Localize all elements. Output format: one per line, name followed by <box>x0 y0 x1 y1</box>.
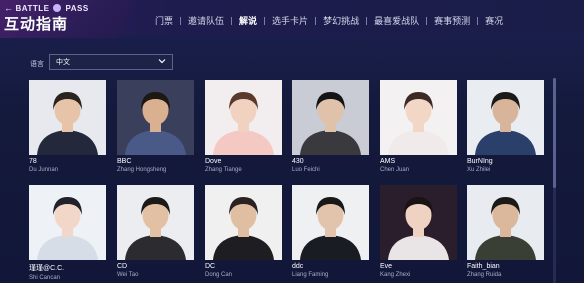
caster-real-name: Liang Faming <box>292 272 329 278</box>
tab-match-status[interactable]: 赛况 <box>478 14 510 27</box>
caster-handle: Dove <box>205 158 222 165</box>
caster-handle: 瑾瑾@C.C. <box>29 265 65 272</box>
caster-photo <box>205 80 282 155</box>
tab-predictions[interactable]: 赛事预测 <box>427 14 477 27</box>
pass-badge-icon <box>53 4 62 12</box>
caster-handle: BBC <box>117 158 132 165</box>
caster-card[interactable]: 430 Luo Feichi <box>292 80 369 173</box>
caster-real-name: Zhang Ruida <box>467 272 502 278</box>
caster-photo <box>467 185 544 260</box>
caster-real-name: Du Junnan <box>29 167 59 173</box>
caster-card[interactable]: 78 Du Junnan <box>29 80 106 173</box>
caster-real-name: Zhang Hongsheng <box>117 167 167 173</box>
caster-card[interactable]: 瑾瑾@C.C. Shi Cancan <box>29 185 106 281</box>
caster-card[interactable]: Eve Kang Zhexi <box>380 185 457 278</box>
caster-photo <box>292 185 369 260</box>
caster-real-name: Wei Tao <box>117 272 139 278</box>
caster-card[interactable]: CD Wei Tao <box>117 185 194 278</box>
caster-real-name: Kang Zhexi <box>380 272 411 278</box>
caster-real-name: Dong Can <box>205 272 233 278</box>
tab-favorite-team[interactable]: 最喜爱战队 <box>367 14 426 27</box>
top-bar: ← BATTLE PASS 互动指南 门票 邀请队伍 解说 选手卡片 梦幻挑战 … <box>0 0 584 38</box>
caster-real-name: Shi Cancan <box>29 275 61 281</box>
caster-card[interactable]: BBC Zhang Hongsheng <box>117 80 194 173</box>
caster-photo <box>292 80 369 155</box>
caster-real-name: Luo Feichi <box>292 167 320 173</box>
language-select[interactable]: 中文 <box>49 54 173 70</box>
caster-real-name: Zhang Tiange <box>205 167 242 173</box>
chevron-down-icon <box>158 59 166 64</box>
caster-card[interactable]: AMS Chen Juan <box>380 80 457 173</box>
tab-casters[interactable]: 解说 <box>232 14 264 27</box>
caster-real-name: Xu Zhilei <box>467 167 491 173</box>
caster-real-name: Chen Juan <box>380 167 410 173</box>
caster-handle: ddc <box>292 263 304 270</box>
caster-card[interactable]: DC Dong Can <box>205 185 282 278</box>
caster-photo <box>29 185 106 260</box>
caster-card[interactable]: ddc Liang Faming <box>292 185 369 278</box>
caster-photo <box>467 80 544 155</box>
tab-tickets[interactable]: 门票 <box>148 14 180 27</box>
tab-invite-team[interactable]: 邀请队伍 <box>181 14 231 27</box>
caster-handle: AMS <box>380 158 396 165</box>
back-arrow-icon: ← <box>4 3 14 13</box>
caster-photo <box>205 185 282 260</box>
tab-player-cards[interactable]: 选手卡片 <box>265 14 315 27</box>
caster-card[interactable]: Faith_bian Zhang Ruida <box>467 185 544 278</box>
caster-card[interactable]: BurNIng Xu Zhilei <box>467 80 544 173</box>
battle-pass-brand[interactable]: ← BATTLE PASS 互动指南 <box>0 0 135 38</box>
back-link[interactable]: ← BATTLE PASS <box>4 3 89 13</box>
caster-photo <box>380 80 457 155</box>
caster-photo <box>380 185 457 260</box>
caster-photo <box>117 80 194 155</box>
tab-fantasy-challenge[interactable]: 梦幻挑战 <box>316 14 366 27</box>
main-nav: 门票 邀请队伍 解说 选手卡片 梦幻挑战 最喜爱战队 赛事预测 赛况 <box>148 14 510 27</box>
battle-label: BATTLE <box>15 3 50 13</box>
caster-photo <box>117 185 194 260</box>
caster-handle: DC <box>205 263 216 270</box>
caster-handle: BurNIng <box>467 158 493 165</box>
language-value: 中文 <box>56 59 70 66</box>
scrollbar-thumb[interactable] <box>553 78 556 188</box>
caster-handle: 78 <box>29 158 37 165</box>
caster-handle: Faith_bian <box>467 263 500 270</box>
caster-handle: Eve <box>380 263 393 270</box>
pass-label: PASS <box>65 3 89 13</box>
caster-card[interactable]: Dove Zhang Tiange <box>205 80 282 173</box>
caster-handle: 430 <box>292 158 304 165</box>
language-label: 语言 <box>30 61 44 68</box>
caster-handle: CD <box>117 263 128 270</box>
caster-photo <box>29 80 106 155</box>
page-title: 互动指南 <box>4 15 69 33</box>
